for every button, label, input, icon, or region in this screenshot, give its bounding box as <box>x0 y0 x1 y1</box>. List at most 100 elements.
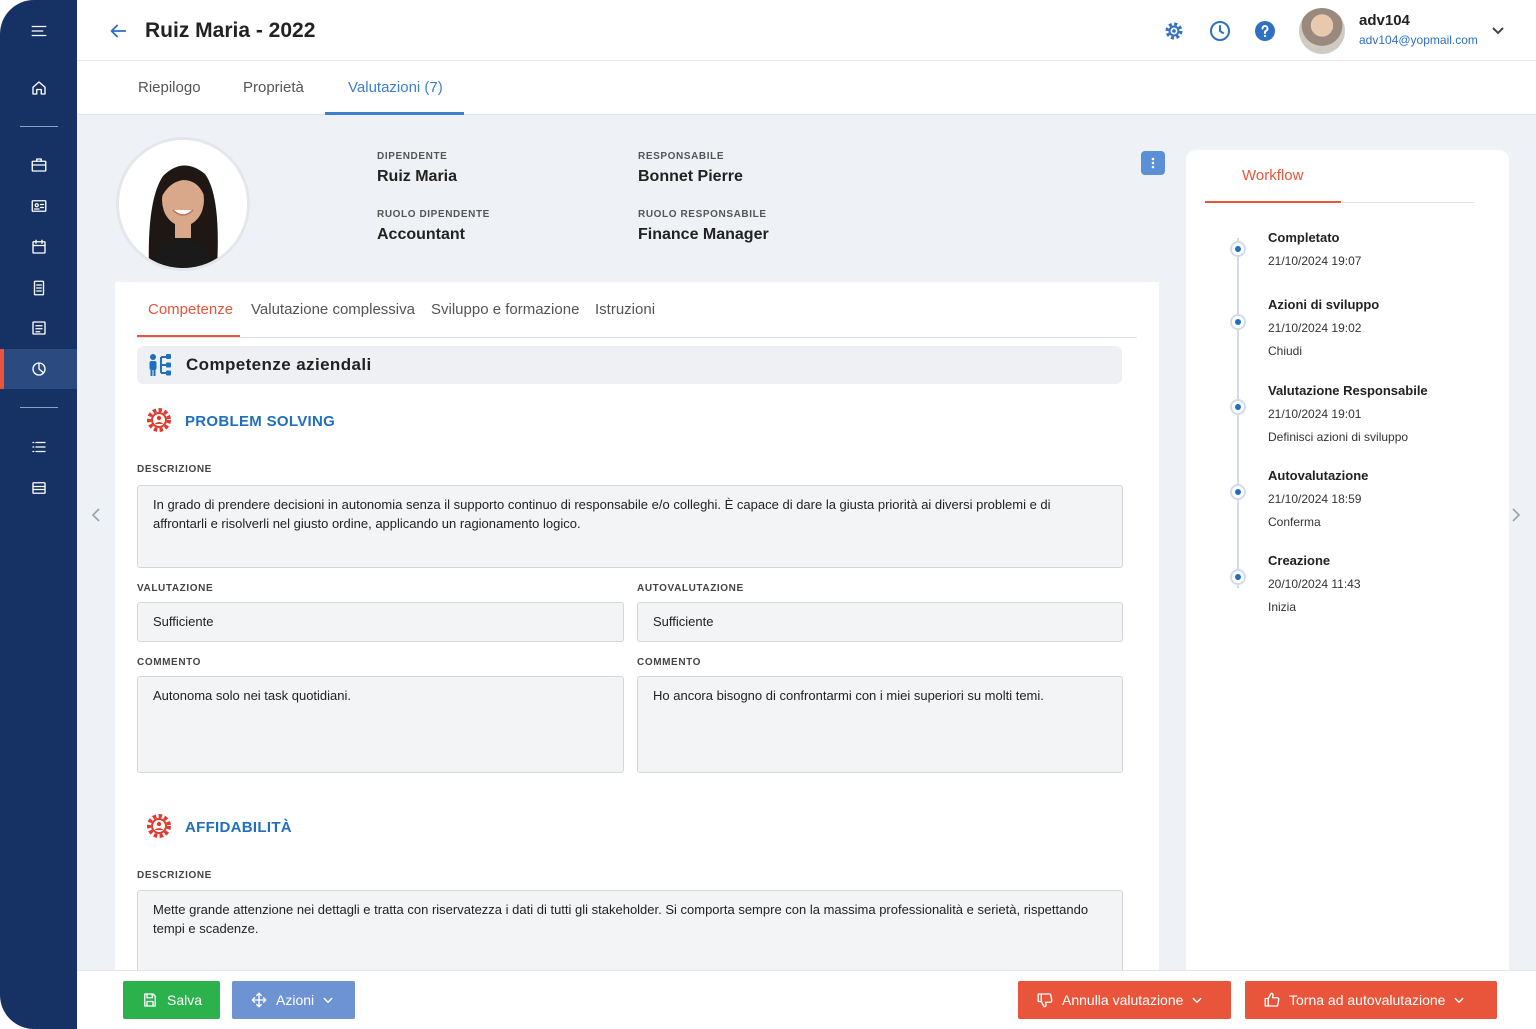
workflow-step-date: 20/10/2024 11:43 <box>1268 577 1361 591</box>
rating-label: VALUTAZIONE <box>137 583 214 594</box>
employee-label: DIPENDENTE <box>377 151 448 162</box>
user-avatar[interactable] <box>1299 8 1345 54</box>
rating-field[interactable]: Sufficiente <box>137 602 624 642</box>
workflow-step-date: 21/10/2024 18:59 <box>1268 492 1362 506</box>
actions-button-label: Azioni <box>276 992 315 1008</box>
save-button[interactable]: Salva <box>123 981 220 1019</box>
actions-button[interactable]: Azioni <box>232 981 355 1019</box>
move-icon <box>251 992 267 1008</box>
sidebar-item-list[interactable] <box>0 427 77 467</box>
competency-gear-icon <box>145 406 173 434</box>
hierarchy-icon <box>147 352 173 378</box>
back-arrow-icon[interactable] <box>107 20 129 42</box>
workflow-step-date: 21/10/2024 19:07 <box>1268 254 1362 268</box>
manager-label: RESPONSABILE <box>638 151 725 162</box>
self-rating-field: Sufficiente <box>637 602 1123 642</box>
back-to-self-evaluation-label: Torna ad autovalutazione <box>1289 992 1446 1008</box>
timeline-dot <box>1230 569 1246 585</box>
tab-riepilogo[interactable]: Riepilogo <box>138 79 201 96</box>
sidebar-item-home[interactable] <box>0 68 77 108</box>
tab-valutazioni[interactable]: Valutazioni (7) <box>348 79 443 96</box>
workflow-step-date: 21/10/2024 19:02 <box>1268 321 1362 335</box>
thumbs-down-icon <box>1037 993 1053 1008</box>
tab-proprieta[interactable]: Proprietà <box>243 79 304 96</box>
user-name: adv104 <box>1359 12 1410 29</box>
section-title: Competenze aziendali <box>186 355 372 374</box>
help-icon[interactable] <box>1253 19 1277 43</box>
more-options-button[interactable] <box>1141 151 1165 175</box>
sidebar-separator <box>20 126 58 127</box>
subtab-active-indicator <box>137 335 240 337</box>
save-icon <box>144 993 156 1007</box>
workflow-panel: Workflow Completato 21/10/2024 19:07 Azi… <box>1186 150 1509 970</box>
evaluation-card: Competenze Valutazione complessiva Svilu… <box>115 282 1159 970</box>
subtab-competenze[interactable]: Competenze <box>148 301 233 318</box>
competency-title: AFFIDABILITÀ <box>185 819 292 836</box>
chevron-down-icon[interactable] <box>1490 22 1506 38</box>
sidebar <box>0 0 77 1029</box>
manager-role-label: RUOLO RESPONSABILE <box>638 209 767 220</box>
user-email: adv104@yopmail.com <box>1359 33 1478 47</box>
sidebar-item-list-doc[interactable] <box>0 308 77 348</box>
workflow-step-date: 21/10/2024 19:01 <box>1268 407 1362 421</box>
sidebar-item-calendar[interactable] <box>0 227 77 267</box>
workflow-step-title: Autovalutazione <box>1268 468 1369 483</box>
workflow-tab-indicator <box>1205 201 1341 203</box>
chart-pie-icon <box>31 362 46 376</box>
list-doc-icon <box>31 321 46 335</box>
subtab-valutazione-complessiva[interactable]: Valutazione complessiva <box>251 301 415 318</box>
home-icon <box>31 81 46 95</box>
timeline-dot <box>1230 484 1246 500</box>
page-title: Ruiz Maria - 2022 <box>145 19 316 42</box>
briefcase-icon <box>31 158 46 172</box>
sidebar-item-table[interactable] <box>0 468 77 508</box>
calendar-icon <box>31 239 46 254</box>
employee-role-label: RUOLO DIPENDENTE <box>377 209 490 220</box>
cancel-evaluation-label: Annulla valutazione <box>1062 992 1184 1008</box>
timeline-dot <box>1230 241 1246 257</box>
menu-icon[interactable] <box>0 11 77 51</box>
comment-label: COMMENTO <box>137 657 202 668</box>
description-field: In grado di prendere decisioni in autono… <box>137 485 1123 568</box>
employee-role-value: Accountant <box>377 226 465 243</box>
chevron-right-icon[interactable] <box>1510 506 1522 524</box>
chevron-down-icon <box>323 997 333 1003</box>
description-label: DESCRIZIONE <box>137 870 212 881</box>
footer-toolbar: Salva Azioni Annulla valutazione Torna a… <box>77 970 1536 1029</box>
employee-avatar <box>116 137 250 271</box>
workflow-step-title: Azioni di sviluppo <box>1268 297 1380 312</box>
manager-role-value: Finance Manager <box>638 226 769 243</box>
description-label: DESCRIZIONE <box>137 464 212 475</box>
tab-workflow[interactable]: Workflow <box>1242 167 1303 184</box>
self-rating-label: AUTOVALUTAZIONE <box>637 583 744 594</box>
comment-field[interactable]: Autonoma solo nei task quotidiani. <box>137 676 624 773</box>
sidebar-separator <box>20 407 58 408</box>
subtab-istruzioni[interactable]: Istruzioni <box>595 301 655 318</box>
section-header: Competenze aziendali <box>137 346 1122 384</box>
header: Ruiz Maria - 2022 adv104 adv104@yopmail.… <box>77 0 1536 61</box>
timeline-dot <box>1230 399 1246 415</box>
employee-value: Ruiz Maria <box>377 168 458 185</box>
timeline-dot <box>1230 314 1246 330</box>
workflow-step-action: Definisci azioni di sviluppo <box>1268 430 1409 444</box>
save-button-label: Salva <box>167 992 203 1008</box>
clock-icon[interactable] <box>1208 19 1232 43</box>
kebab-icon <box>1151 157 1155 169</box>
subtab-sviluppo-formazione[interactable]: Sviluppo e formazione <box>431 301 579 318</box>
sidebar-item-id-card[interactable] <box>0 186 77 226</box>
cancel-evaluation-button[interactable]: Annulla valutazione <box>1018 981 1231 1019</box>
sidebar-item-briefcase[interactable] <box>0 145 77 185</box>
top-tabs: Riepilogo Proprietà Valutazioni (7) <box>77 61 1536 115</box>
chevron-left-icon[interactable] <box>90 506 102 524</box>
workflow-step-title: Valutazione Responsabile <box>1268 383 1428 398</box>
list-icon <box>31 441 46 453</box>
sidebar-item-evaluations[interactable] <box>0 349 77 389</box>
workflow-step-title: Completato <box>1268 230 1340 245</box>
document-icon <box>33 280 44 296</box>
table-icon <box>31 482 46 494</box>
description-field: Mette grande attenzione nei dettagli e t… <box>137 890 1123 970</box>
back-to-self-evaluation-button[interactable]: Torna ad autovalutazione <box>1245 981 1497 1019</box>
id-card-icon <box>31 200 46 212</box>
sidebar-item-document[interactable] <box>0 268 77 308</box>
gear-icon[interactable] <box>1162 19 1186 43</box>
